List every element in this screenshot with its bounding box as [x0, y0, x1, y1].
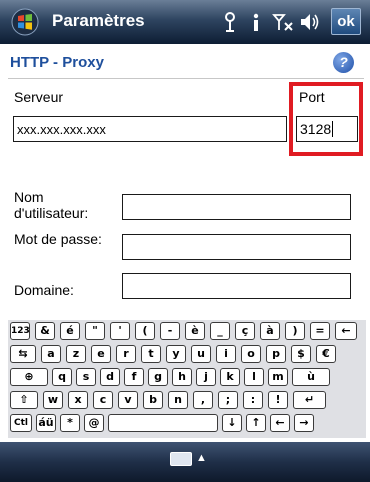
- key[interactable]: m: [268, 368, 288, 386]
- password-label: Mot de passe:: [14, 231, 102, 247]
- key[interactable]: g: [148, 368, 168, 386]
- help-icon[interactable]: ?: [333, 52, 354, 73]
- server-field[interactable]: xxx.xxx.xxx.xxx: [13, 116, 287, 142]
- key[interactable]: j: [196, 368, 216, 386]
- app-title: Paramètres: [52, 11, 145, 30]
- windows-start-icon[interactable]: [10, 8, 40, 36]
- key[interactable]: y: [166, 345, 186, 363]
- key[interactable]: @: [84, 414, 104, 432]
- key[interactable]: i: [216, 345, 236, 363]
- title-bar: Paramètres ok: [0, 0, 370, 44]
- key[interactable]: è: [185, 322, 205, 340]
- signal-off-icon[interactable]: [271, 9, 295, 35]
- notification-icon[interactable]: [244, 9, 268, 35]
- key[interactable]: é: [60, 322, 80, 340]
- key[interactable]: !: [268, 391, 288, 409]
- ok-button[interactable]: ok: [331, 8, 361, 35]
- key[interactable]: à: [260, 322, 280, 340]
- bottom-menu-bar: ▲: [0, 442, 370, 482]
- key[interactable]: a: [41, 345, 61, 363]
- connectivity-icon[interactable]: [218, 9, 242, 35]
- keyboard-icon[interactable]: [170, 452, 192, 466]
- key[interactable]: h: [172, 368, 192, 386]
- key[interactable]: x: [68, 391, 88, 409]
- key[interactable]: p: [266, 345, 286, 363]
- page-header: HTTP - Proxy ?: [0, 50, 370, 76]
- key[interactable]: ↑: [246, 414, 266, 432]
- key[interactable]: =: [310, 322, 330, 340]
- key[interactable]: €: [316, 345, 336, 363]
- key[interactable]: z: [66, 345, 86, 363]
- key[interactable]: $: [291, 345, 311, 363]
- key[interactable]: q: [52, 368, 72, 386]
- key[interactable]: o: [241, 345, 261, 363]
- domain-label: Domaine:: [14, 282, 74, 298]
- key[interactable]: n: [168, 391, 188, 409]
- volume-icon[interactable]: [298, 9, 322, 35]
- key[interactable]: áü: [36, 414, 56, 432]
- key[interactable]: t: [141, 345, 161, 363]
- key[interactable]: ;: [218, 391, 238, 409]
- key[interactable]: ↵: [293, 391, 326, 409]
- key[interactable]: ⇆: [10, 345, 36, 363]
- key[interactable]: :: [243, 391, 263, 409]
- page-title: HTTP - Proxy: [10, 54, 104, 71]
- key[interactable]: ←: [335, 322, 357, 340]
- key[interactable]: ←: [270, 414, 290, 432]
- key[interactable]: ⇧: [10, 391, 38, 409]
- space-key[interactable]: [108, 414, 218, 432]
- key[interactable]: &: [35, 322, 55, 340]
- keyboard-row: 123 & é " ' (- è _ ç à) = ←: [8, 322, 366, 340]
- domain-field[interactable]: [122, 273, 351, 299]
- key[interactable]: ↓: [222, 414, 242, 432]
- username-field[interactable]: [122, 194, 351, 220]
- server-label: Serveur: [14, 89, 64, 105]
- key[interactable]: (: [135, 322, 155, 340]
- key[interactable]: _: [210, 322, 230, 340]
- key[interactable]: *: [60, 414, 80, 432]
- key[interactable]: ⊕: [10, 368, 48, 386]
- server-field-value: xxx.xxx.xxx.xxx: [17, 122, 106, 137]
- key[interactable]: ç: [235, 322, 255, 340]
- key[interactable]: ': [110, 322, 130, 340]
- key[interactable]: k: [220, 368, 240, 386]
- keyboard-row: Ctl áü * @ ↓ ↑ ← →: [8, 414, 366, 432]
- key[interactable]: -: [160, 322, 180, 340]
- keyboard-row: ⇧ w x c v b n,;:! ↵: [8, 391, 366, 409]
- key[interactable]: ,: [193, 391, 213, 409]
- port-highlight-box: [289, 82, 363, 156]
- key[interactable]: 123: [10, 322, 30, 340]
- key[interactable]: b: [143, 391, 163, 409]
- key[interactable]: v: [118, 391, 138, 409]
- header-divider: [8, 78, 364, 79]
- key[interactable]: r: [116, 345, 136, 363]
- soft-keyboard: 123 & é " ' (- è _ ç à) = ← ⇆ a z e r t y u i o p $ € ⊕ q s d f g h j k l m…: [8, 320, 366, 438]
- keyboard-row: ⇆ a z e r t y u i o p $ €: [8, 345, 366, 363]
- key[interactable]: ù: [292, 368, 330, 386]
- key[interactable]: ): [285, 322, 305, 340]
- key[interactable]: u: [191, 345, 211, 363]
- key[interactable]: l: [244, 368, 264, 386]
- key[interactable]: →: [294, 414, 314, 432]
- key[interactable]: c: [93, 391, 113, 409]
- username-label: Nom d'utilisateur:: [14, 189, 89, 221]
- key[interactable]: e: [91, 345, 111, 363]
- password-field[interactable]: [122, 234, 351, 260]
- key[interactable]: s: [76, 368, 96, 386]
- key[interactable]: d: [100, 368, 120, 386]
- key[interactable]: Ctl: [10, 414, 32, 432]
- key[interactable]: f: [124, 368, 144, 386]
- keyboard-row: ⊕ q s d f g h j k l m ù: [8, 368, 366, 386]
- key[interactable]: ": [85, 322, 105, 340]
- key[interactable]: w: [43, 391, 63, 409]
- input-menu-arrow-icon[interactable]: ▲: [196, 452, 207, 464]
